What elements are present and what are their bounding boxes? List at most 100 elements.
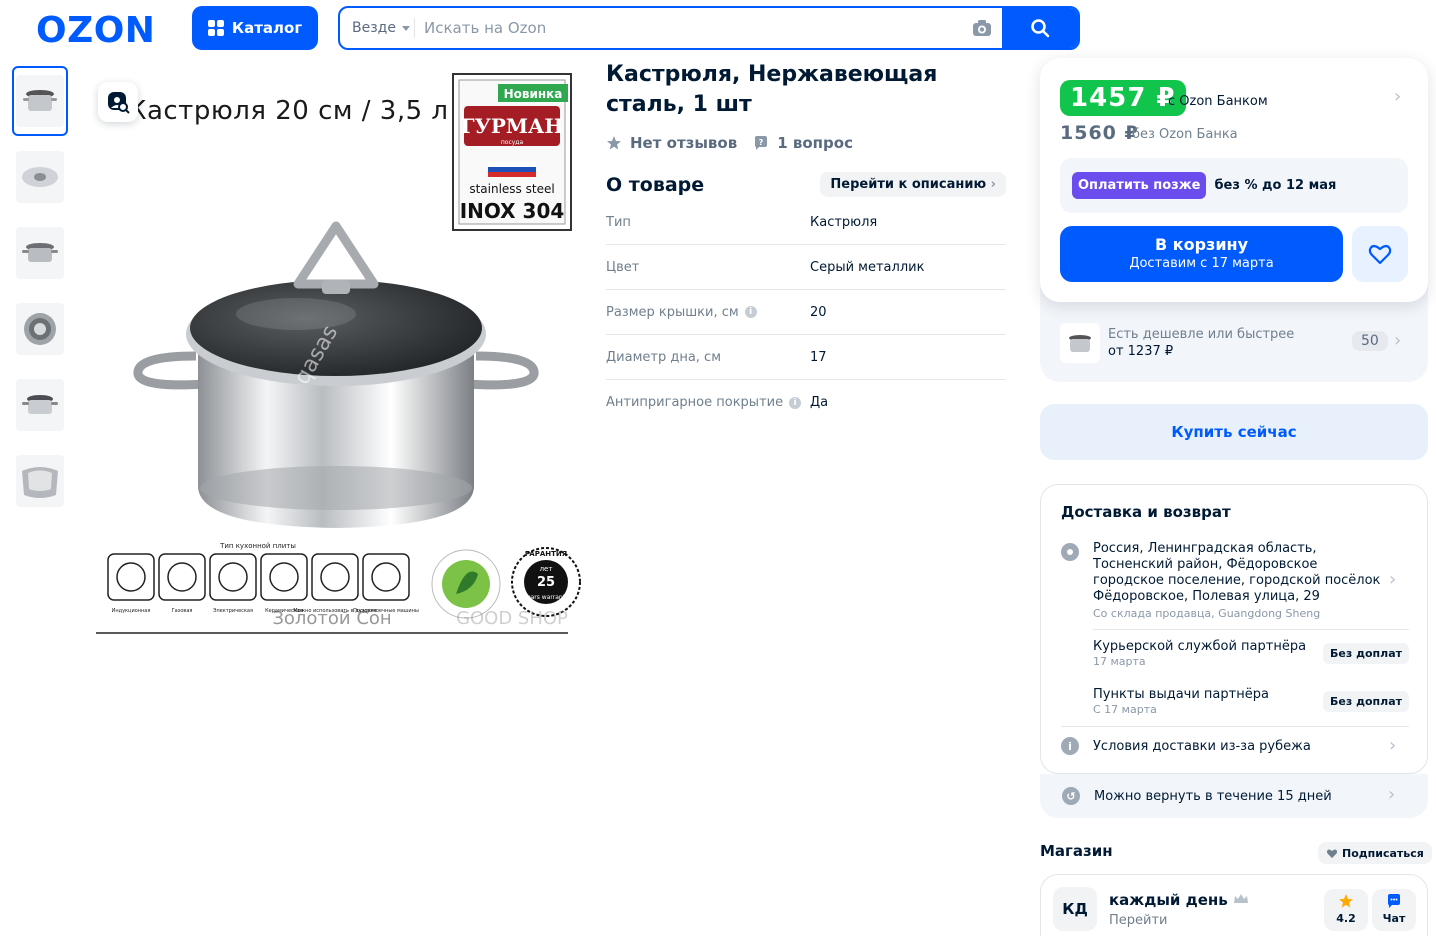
spec-value: 20 (810, 304, 827, 320)
stove-type-label: Газовая (172, 608, 193, 614)
thumbnail-image (16, 379, 64, 431)
shop-avatar[interactable]: КД (1053, 887, 1097, 931)
about-heading: О товаре (606, 173, 705, 196)
shop-rating[interactable]: 4.2 (1324, 889, 1368, 931)
favorite-button[interactable] (1352, 226, 1408, 282)
shop-chat-button[interactable]: Чат (1372, 889, 1416, 931)
info-icon: i (1061, 737, 1079, 755)
info-icon[interactable]: i (789, 396, 802, 409)
buy-now-button[interactable]: Купить сейчас (1040, 404, 1428, 460)
warranty-label: ГАРАНТИЯ (525, 550, 567, 558)
question-bubble-icon: ? (755, 136, 768, 150)
reviews-text: Нет отзывов (630, 134, 738, 152)
thumbnail-4[interactable] (12, 294, 68, 364)
about-header: О товаре Перейти к описанию › (606, 172, 1006, 197)
delivery-option-badge: Без доплат (1323, 643, 1409, 664)
product-meta: Нет отзывов ? 1 вопрос (606, 134, 853, 152)
specs-table: Тип Кастрюля Цвет Серый металлик Размер … (606, 200, 1006, 425)
pay-later-text: без % до 12 мая (1214, 178, 1337, 193)
thumbnail-1[interactable] (12, 66, 68, 136)
stove-type-label: Электрическая (213, 608, 253, 614)
subscribe-button[interactable]: Подписаться (1318, 842, 1432, 864)
stove-type-icon (158, 553, 206, 601)
warranty-unit: лет (540, 565, 553, 573)
ozon-logo[interactable]: OZON (36, 10, 155, 51)
return-icon: ↺ (1062, 787, 1080, 805)
thumbnail-image (16, 227, 64, 279)
stove-type-icon (311, 553, 359, 601)
spec-value: Серый металлик (810, 259, 925, 275)
spec-value: 17 (810, 349, 827, 365)
delivery-option-badge: Без доплат (1323, 691, 1409, 712)
location-pin-icon (1061, 543, 1079, 561)
heart-icon (1326, 849, 1338, 858)
chevron-right-icon[interactable]: › (1394, 86, 1401, 107)
main-product-image[interactable]: Новинка ГУРМАН посуда stainless steel IN… (96, 66, 586, 636)
thumbnail-image (16, 303, 64, 355)
pay-later-tag: Оплатить позже (1072, 172, 1207, 199)
return-policy-row[interactable]: ↺ Можно вернуть в течение 15 дней › (1040, 774, 1428, 818)
camera-icon[interactable] (972, 19, 992, 37)
spec-key: Антипригарное покрытие i (606, 395, 810, 410)
offers-count-badge: 50 (1352, 331, 1388, 351)
go-to-description-button[interactable]: Перейти к описанию › (820, 172, 1006, 197)
cheaper-offers-price: от 1237 ₽ (1108, 344, 1174, 359)
cheaper-offers-row[interactable]: Есть дешевле или быстрее от 1237 ₽ 50 › (1060, 320, 1408, 366)
catalog-grid-icon (207, 20, 224, 36)
delivery-option[interactable]: Курьерской службой партнёра 17 марта Без… (1093, 639, 1409, 668)
thumbnail-2[interactable] (12, 142, 68, 212)
product-photo: Новинка ГУРМАН посуда stainless steel IN… (96, 73, 581, 634)
spec-key: Диаметр дна, см (606, 349, 722, 365)
delivery-address[interactable]: Россия, Ленинградская область, Тосненски… (1061, 541, 1409, 622)
search-input[interactable] (424, 8, 964, 48)
add-to-cart-button[interactable]: В корзину Доставим с 17 марта (1060, 226, 1343, 282)
stove-type-icon (107, 553, 155, 601)
steel-grade-text: INOX 304 (460, 199, 565, 223)
shop-name[interactable]: каждый день (1109, 891, 1249, 909)
delivery-card: Доставка и возврат Россия, Ленинградская… (1040, 484, 1428, 774)
shop-rating-value: 4.2 (1336, 912, 1356, 925)
shop-chat-label: Чат (1382, 912, 1406, 925)
image-search-button[interactable] (98, 82, 138, 122)
chevron-right-icon: › (1394, 330, 1402, 351)
chevron-right-icon: › (990, 177, 996, 192)
chat-icon (1388, 894, 1400, 908)
thumbnail-6[interactable] (12, 446, 68, 516)
abroad-delivery-row[interactable]: i Условия доставки из-за рубежа › (1061, 735, 1409, 756)
regular-price: 1560 ₽ (1060, 122, 1139, 144)
shop-name-text: каждый день (1109, 891, 1228, 909)
stove-type-icon (209, 553, 257, 601)
thumbnail-5[interactable] (12, 370, 68, 440)
chevron-right-icon: › (1389, 735, 1397, 756)
thumbnail-list (12, 66, 68, 522)
go-to-description-label: Перейти к описанию (830, 177, 987, 192)
thumbnail-image (16, 455, 64, 507)
spec-key: Размер крышки, см i (606, 305, 810, 320)
steel-label-text: stainless steel (469, 182, 554, 196)
catalog-button[interactable]: Каталог (192, 6, 318, 50)
lens-search-icon (108, 92, 130, 114)
shop-go-link[interactable]: Перейти (1109, 913, 1168, 928)
delivery-heading: Доставка и возврат (1061, 503, 1231, 521)
thumbnail-image (16, 151, 64, 203)
search-scope-label: Везде (352, 20, 396, 36)
watermark-text-1: Золотой Сон (272, 608, 391, 629)
info-icon[interactable]: i (744, 306, 757, 318)
search-scope-select[interactable]: Везде (352, 8, 410, 48)
stove-types-title: Тип кухонной плиты (219, 542, 296, 550)
questions-link[interactable]: ? 1 вопрос (753, 134, 853, 152)
thumbnail-3[interactable] (12, 218, 68, 288)
spec-row: Цвет Серый металлик (606, 245, 1006, 290)
abroad-delivery-text: Условия доставки из-за рубежа (1093, 738, 1311, 754)
search-bar: Везде (338, 6, 1080, 50)
pay-later-banner[interactable]: Оплатить позже без % до 12 мая (1060, 158, 1408, 213)
search-button[interactable] (1002, 8, 1078, 48)
address-text: Россия, Ленинградская область, Тосненски… (1093, 541, 1381, 604)
delivery-option[interactable]: Пункты выдачи партнёра С 17 марта Без до… (1093, 687, 1409, 716)
heart-icon (1368, 244, 1392, 265)
ozon-bank-price[interactable]: 1457 ₽ (1060, 80, 1186, 116)
reviews-link[interactable]: Нет отзывов (606, 134, 737, 152)
spec-row: Размер крышки, см i 20 (606, 290, 1006, 335)
offer-thumbnail (1060, 323, 1100, 363)
delivery-option-name: Пункты выдачи партнёра (1093, 687, 1269, 702)
